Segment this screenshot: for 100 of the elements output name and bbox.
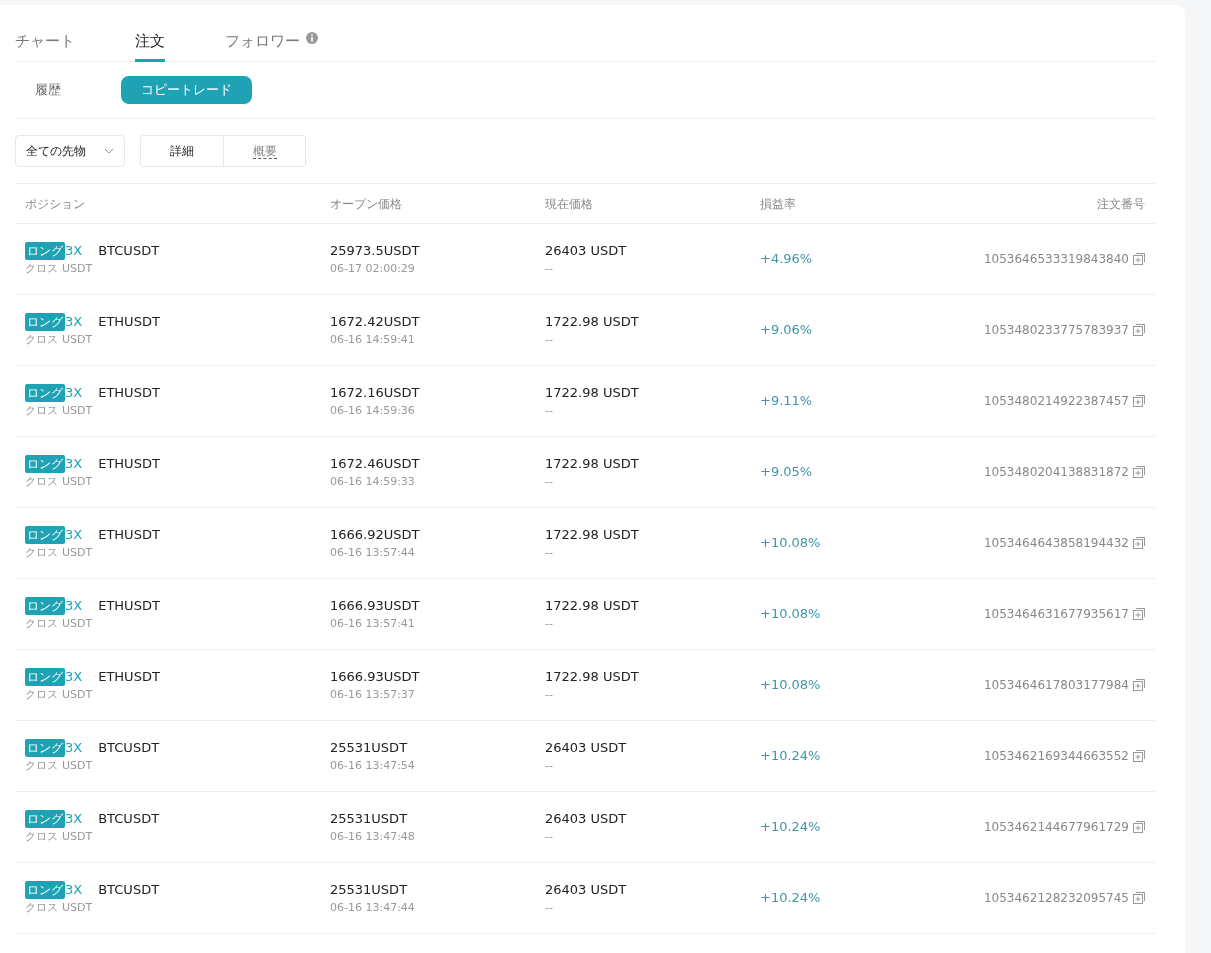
margin-mode-text: クロス xyxy=(25,402,58,419)
margin-mode-text: クロス xyxy=(25,757,58,774)
copy-icon[interactable] xyxy=(1133,892,1145,904)
order-id-text: 1053480204138831872 xyxy=(983,464,1129,481)
copy-icon[interactable] xyxy=(1133,324,1145,336)
leverage-text: 3X xyxy=(65,384,83,402)
current-price-text: 1722.98 USDT xyxy=(545,668,640,686)
open-price-text: 25531USDT xyxy=(330,739,409,757)
symbol-text: ETHUSDT xyxy=(98,313,160,331)
margin-mode-text: クロス xyxy=(25,544,58,561)
current-sub-text: -- xyxy=(545,899,554,916)
open-price-text: 1672.42USDT xyxy=(330,313,421,331)
open-price-text: 25531USDT xyxy=(330,810,409,828)
margin-coin-text: USDT xyxy=(62,260,93,277)
current-sub-text: -- xyxy=(545,473,554,490)
leverage-text: 3X xyxy=(65,597,83,615)
order-id-text: 1053464617803177984 xyxy=(983,677,1129,694)
tab[interactable]: フォロワー xyxy=(225,5,318,62)
column-header: 損益率 xyxy=(760,195,797,213)
tab[interactable]: 注文 xyxy=(135,5,165,62)
pnl-text: +4.96% xyxy=(760,251,813,267)
side-tag: ロング xyxy=(25,383,65,402)
current-price-text: 26403 USDT xyxy=(545,810,628,828)
copy-icon[interactable] xyxy=(1133,750,1145,762)
column-header: ポジション xyxy=(25,195,86,213)
open-price-text: 1666.92USDT xyxy=(330,526,421,544)
current-sub-text: -- xyxy=(545,686,554,703)
open-price-text: 1672.46USDT xyxy=(330,455,421,473)
current-price-text: 26403 USDT xyxy=(545,242,628,260)
pnl-text: +10.08% xyxy=(760,606,821,622)
margin-coin-text: USDT xyxy=(62,828,93,845)
symbol-text: ETHUSDT xyxy=(98,668,160,686)
open-time-text: 06-16 13:57:37 xyxy=(330,686,416,703)
margin-coin-text: USDT xyxy=(62,402,93,419)
margin-coin-text: USDT xyxy=(62,899,93,916)
copy-icon[interactable] xyxy=(1133,395,1145,407)
open-time-text: 06-16 13:57:44 xyxy=(330,544,416,561)
pnl-text: +10.24% xyxy=(760,819,821,835)
leverage-text: 3X xyxy=(65,455,83,473)
column-header: オープン価格 xyxy=(330,195,403,213)
current-sub-text: -- xyxy=(545,260,554,277)
margin-coin-text: USDT xyxy=(62,544,93,561)
side-tag: ロング xyxy=(25,454,65,473)
leverage-text: 3X xyxy=(65,526,83,544)
view-toggle[interactable]: 概要 xyxy=(223,136,305,166)
current-sub-text: -- xyxy=(545,757,554,774)
symbol-text: ETHUSDT xyxy=(98,455,160,473)
symbol-text: BTCUSDT xyxy=(98,810,160,828)
open-price-text: 25531USDT xyxy=(330,881,409,899)
margin-coin-text: USDT xyxy=(62,615,93,632)
open-price-text: 1666.93USDT xyxy=(330,668,421,686)
side-tag: ロング xyxy=(25,525,65,544)
leverage-text: 3X xyxy=(65,313,83,331)
leverage-text: 3X xyxy=(65,881,83,899)
open-time-text: 06-16 13:47:44 xyxy=(330,899,416,916)
open-time-text: 06-16 13:47:54 xyxy=(330,757,416,774)
current-price-text: 1722.98 USDT xyxy=(545,313,640,331)
pnl-text: +9.06% xyxy=(760,322,813,338)
info-icon[interactable] xyxy=(306,31,318,44)
filter-dropdown[interactable]: 全ての先物 xyxy=(15,135,125,167)
copy-icon[interactable] xyxy=(1133,821,1145,833)
order-id-text: 1053464631677935617 xyxy=(983,606,1129,623)
order-id-text: 1053462144677961729 xyxy=(983,819,1129,836)
copy-icon[interactable] xyxy=(1133,537,1145,549)
order-id-text: 1053462169344663552 xyxy=(983,748,1129,765)
copy-icon[interactable] xyxy=(1133,608,1145,620)
copy-icon[interactable] xyxy=(1133,679,1145,691)
pnl-text: +10.08% xyxy=(760,535,821,551)
margin-mode-text: クロス xyxy=(25,473,58,490)
order-id-text: 1053480214922387457 xyxy=(983,393,1129,410)
symbol-text: ETHUSDT xyxy=(98,384,160,402)
pnl-text: +10.08% xyxy=(760,677,821,693)
column-header: 注文番号 xyxy=(1096,195,1145,213)
chevron-down-icon xyxy=(104,148,114,154)
margin-mode-text: クロス xyxy=(25,615,58,632)
current-price-text: 1722.98 USDT xyxy=(545,455,640,473)
margin-coin-text: USDT xyxy=(62,331,93,348)
pnl-text: +9.11% xyxy=(760,393,813,409)
margin-coin-text: USDT xyxy=(62,757,93,774)
margin-mode-text: クロス xyxy=(25,260,58,277)
current-price-text: 26403 USDT xyxy=(545,739,628,757)
copy-icon[interactable] xyxy=(1133,253,1145,265)
current-price-text: 1722.98 USDT xyxy=(545,384,640,402)
subtab[interactable]: 履歴 xyxy=(15,76,81,104)
symbol-text: BTCUSDT xyxy=(98,881,160,899)
side-tag: ロング xyxy=(25,596,65,615)
open-time-text: 06-16 13:57:41 xyxy=(330,615,416,632)
order-id-text: 1053462128232095745 xyxy=(983,890,1129,907)
current-sub-text: -- xyxy=(545,331,554,348)
view-toggle[interactable]: 詳細 xyxy=(141,136,223,166)
open-time-text: 06-16 13:47:48 xyxy=(330,828,416,845)
open-price-text: 25973.5USDT xyxy=(330,242,421,260)
open-time-text: 06-16 14:59:36 xyxy=(330,402,416,419)
tab[interactable]: チャート xyxy=(15,5,75,62)
margin-mode-text: クロス xyxy=(25,686,58,703)
copy-icon[interactable] xyxy=(1133,466,1145,478)
open-price-text: 1672.16USDT xyxy=(330,384,421,402)
side-tag: ロング xyxy=(25,241,65,260)
open-time-text: 06-16 14:59:33 xyxy=(330,473,416,490)
pnl-text: +9.05% xyxy=(760,464,813,480)
